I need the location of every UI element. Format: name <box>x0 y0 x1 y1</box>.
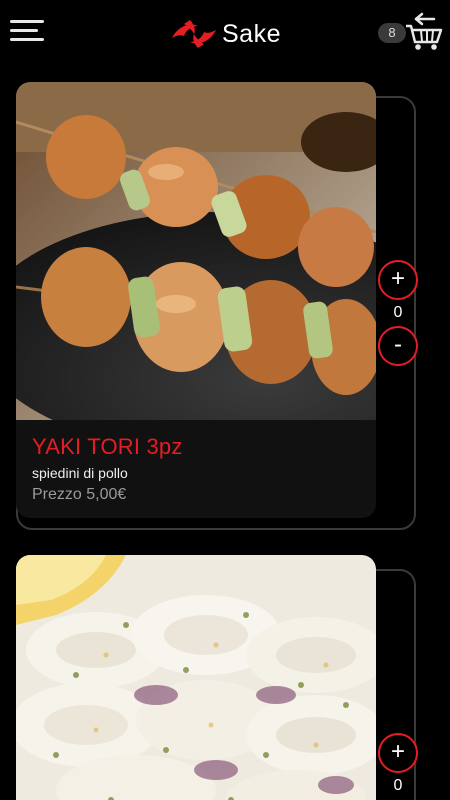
top-bar: Sake 8 <box>0 0 450 70</box>
sake-logo-icon <box>172 20 216 48</box>
product-photo-calamari <box>16 555 376 800</box>
brand-logo: Sake <box>168 16 281 52</box>
product-description: spiedini di pollo <box>32 465 128 481</box>
brand-name: Sake <box>222 19 281 48</box>
menu-icon[interactable] <box>10 20 44 44</box>
plus-icon[interactable]: + <box>378 260 418 300</box>
quantity-stepper: + 0 - <box>378 260 420 366</box>
plus-icon[interactable]: + <box>378 733 418 773</box>
minus-icon[interactable]: - <box>378 326 418 366</box>
cart-count-badge: 8 <box>378 23 406 43</box>
product-name: YAKI TORI 3pz <box>32 434 183 459</box>
product-price: Prezzo 5,00€ <box>32 486 127 503</box>
quantity-value: 0 <box>393 777 403 794</box>
quantity-stepper: + 0 <box>378 733 420 799</box>
product-card[interactable]: YAKI TORI 3pz spiedini di pollo Prezzo 5… <box>16 82 416 532</box>
product-photo-yakitori <box>16 82 376 420</box>
product-card[interactable] <box>16 555 416 800</box>
quantity-value: 0 <box>393 304 403 321</box>
card-body <box>16 555 376 800</box>
card-body: YAKI TORI 3pz spiedini di pollo Prezzo 5… <box>16 82 376 518</box>
cart-icon[interactable] <box>404 10 444 52</box>
